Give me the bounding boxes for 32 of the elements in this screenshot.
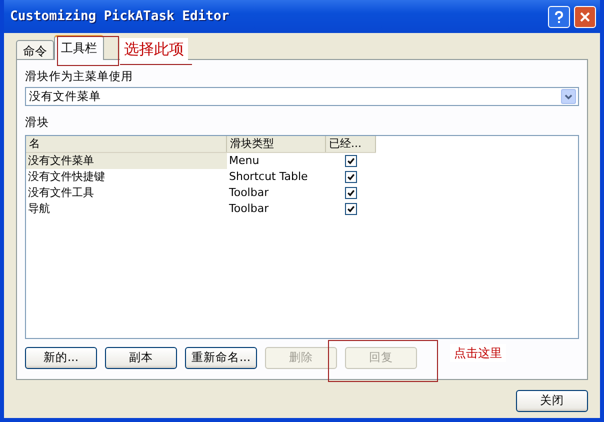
annotation-box xyxy=(57,36,119,66)
button[interactable]: 重新命名... xyxy=(185,347,257,369)
column-header[interactable]: 名 xyxy=(26,136,227,152)
column-header[interactable]: 滑块类型 xyxy=(227,136,326,152)
annotation-line xyxy=(120,64,192,65)
list-label: 滑块 xyxy=(25,114,50,132)
list-item[interactable]: 没有文件菜单 xyxy=(26,152,227,168)
checkbox[interactable] xyxy=(345,186,357,198)
list-item[interactable]: 没有文件快捷键 xyxy=(26,168,227,184)
help-icon xyxy=(554,10,564,22)
annotation-text: 选择此项 xyxy=(120,38,188,60)
table-cell-text: Toolbar xyxy=(228,184,270,200)
checkbox[interactable] xyxy=(345,170,357,182)
column-header[interactable]: 已经... xyxy=(326,136,376,152)
help-button[interactable] xyxy=(548,6,570,28)
close-button[interactable] xyxy=(574,6,596,28)
list-item[interactable]: 没有文件工具 xyxy=(26,184,227,200)
list-item[interactable]: 导航 xyxy=(26,200,227,216)
close-dialog-button[interactable]: 关闭 xyxy=(516,390,588,412)
table-cell-text: Toolbar xyxy=(228,200,270,216)
window-title: Customizing PickATask Editor xyxy=(10,8,230,26)
tab[interactable]: 工具栏 xyxy=(54,35,104,60)
close-icon xyxy=(580,12,590,22)
checkbox[interactable] xyxy=(345,202,357,214)
field-label: 滑块作为主菜单使用 xyxy=(25,68,134,85)
table-cell-text: Menu xyxy=(228,152,260,168)
tab[interactable]: 命令 xyxy=(16,40,54,59)
checkbox[interactable] xyxy=(345,154,357,166)
button[interactable]: 新的... xyxy=(25,347,97,369)
button[interactable]: 副本 xyxy=(105,347,177,369)
table-cell-text: Shortcut Table xyxy=(228,168,309,184)
main-menu-dropdown[interactable]: 没有文件菜单 xyxy=(25,87,579,106)
